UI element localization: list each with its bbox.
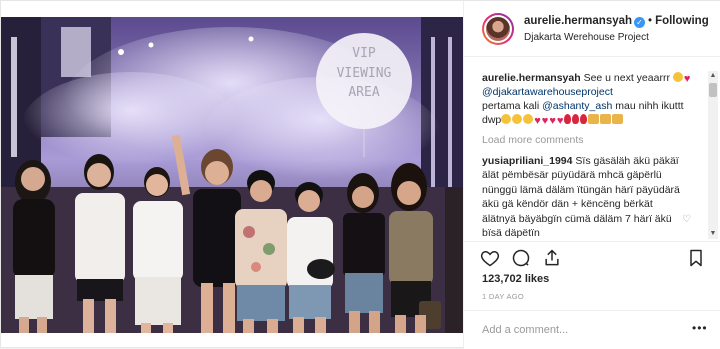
load-more-comments-button[interactable]: Load more comments	[482, 134, 584, 146]
caption-text-2: pertama kali	[482, 100, 540, 112]
avatar-image	[486, 17, 510, 41]
more-options-icon[interactable]: •••	[692, 321, 708, 335]
header-user-line: aurelie.hermansyah ✓ • Following	[524, 15, 709, 28]
bookmark-icon[interactable]	[686, 248, 706, 268]
post-header: aurelie.hermansyah ✓ • Following Djakarta W…	[464, 1, 720, 57]
rose-emoji-icon	[572, 114, 580, 124]
post-details-panel: aurelie.hermansyah ✓ • Following Djakarta W…	[463, 1, 720, 349]
avatar[interactable]	[482, 13, 514, 45]
separator-dot: •	[648, 15, 653, 27]
comments-scrollbar[interactable]: ▲ ▼	[708, 71, 718, 239]
heart-emoji-icon: ♥	[556, 115, 564, 127]
add-comment-input[interactable]	[482, 321, 682, 339]
avatar-ring	[484, 15, 512, 43]
heart-icon[interactable]	[480, 248, 500, 268]
location-link[interactable]: Djakarta Werehouse Project	[524, 32, 649, 43]
grinning-face-icon	[672, 72, 683, 82]
likes-count[interactable]: 123,702 likes	[482, 273, 549, 285]
scrollbar-thumb[interactable]	[709, 83, 717, 97]
heart-emoji-icon: ♥	[541, 115, 549, 127]
post-photo[interactable]: VIP VIEWING AREA	[1, 17, 463, 333]
instagram-post-frame: VIP VIEWING AREA aurelie.hermansyah ✓ • …	[0, 0, 720, 349]
mention-link-1[interactable]: @djakartawarehouseproject	[482, 86, 613, 98]
comment-text: Sïs gäsäläh äkü päkäï älät pëmbësär püyü…	[482, 155, 680, 240]
share-icon[interactable]	[542, 248, 562, 268]
comment-like-heart-icon[interactable]: ♡	[682, 215, 692, 225]
gift-emoji-icon	[612, 114, 624, 124]
header-username[interactable]: aurelie.hermansyah	[524, 15, 632, 27]
sign-line-2: VIEWING	[337, 66, 392, 81]
caption: aurelie.hermansyah See u next yeaarrr ♥ …	[482, 71, 702, 127]
scroll-up-arrow-icon[interactable]: ▲	[708, 71, 718, 81]
laughing-face-icon	[501, 114, 512, 124]
comment-username[interactable]: yusiapriliani_1994	[482, 155, 572, 167]
heart-emoji-icon: ♥	[549, 115, 556, 127]
post-photo-image: VIP VIEWING AREA	[1, 17, 463, 333]
post-timestamp: 1 DAY AGO	[482, 292, 525, 301]
sign-line-3: AREA	[348, 85, 379, 100]
comment-icon[interactable]	[511, 248, 531, 268]
verified-badge-icon: ✓	[634, 17, 646, 28]
laughing-face-icon	[512, 114, 523, 124]
rose-emoji-icon	[580, 114, 588, 124]
caption-text-1: See u next yeaarrr	[583, 72, 670, 84]
rose-emoji-icon	[564, 114, 572, 124]
laughing-face-icon	[523, 114, 534, 124]
following-button[interactable]: Following	[655, 15, 709, 27]
heart-emoji-icon: ♥	[534, 115, 541, 127]
gift-emoji-icon	[600, 114, 612, 124]
caption-username[interactable]: aurelie.hermansyah	[482, 72, 581, 84]
comments-section: aurelie.hermansyah See u next yeaarrr ♥ …	[464, 61, 720, 241]
action-bar	[464, 241, 720, 273]
scroll-down-arrow-icon[interactable]: ▼	[708, 229, 718, 239]
sign-line-1: VIP	[352, 46, 376, 61]
mention-link-2[interactable]: @ashanty_ash	[542, 100, 612, 112]
add-comment-bar: •••	[464, 310, 720, 349]
gift-emoji-icon	[588, 114, 600, 124]
comment: yusiapriliani_1994 Sïs gäsäläh äkü päkäï…	[482, 154, 682, 240]
heart-emoji-icon: ♥	[683, 73, 691, 85]
